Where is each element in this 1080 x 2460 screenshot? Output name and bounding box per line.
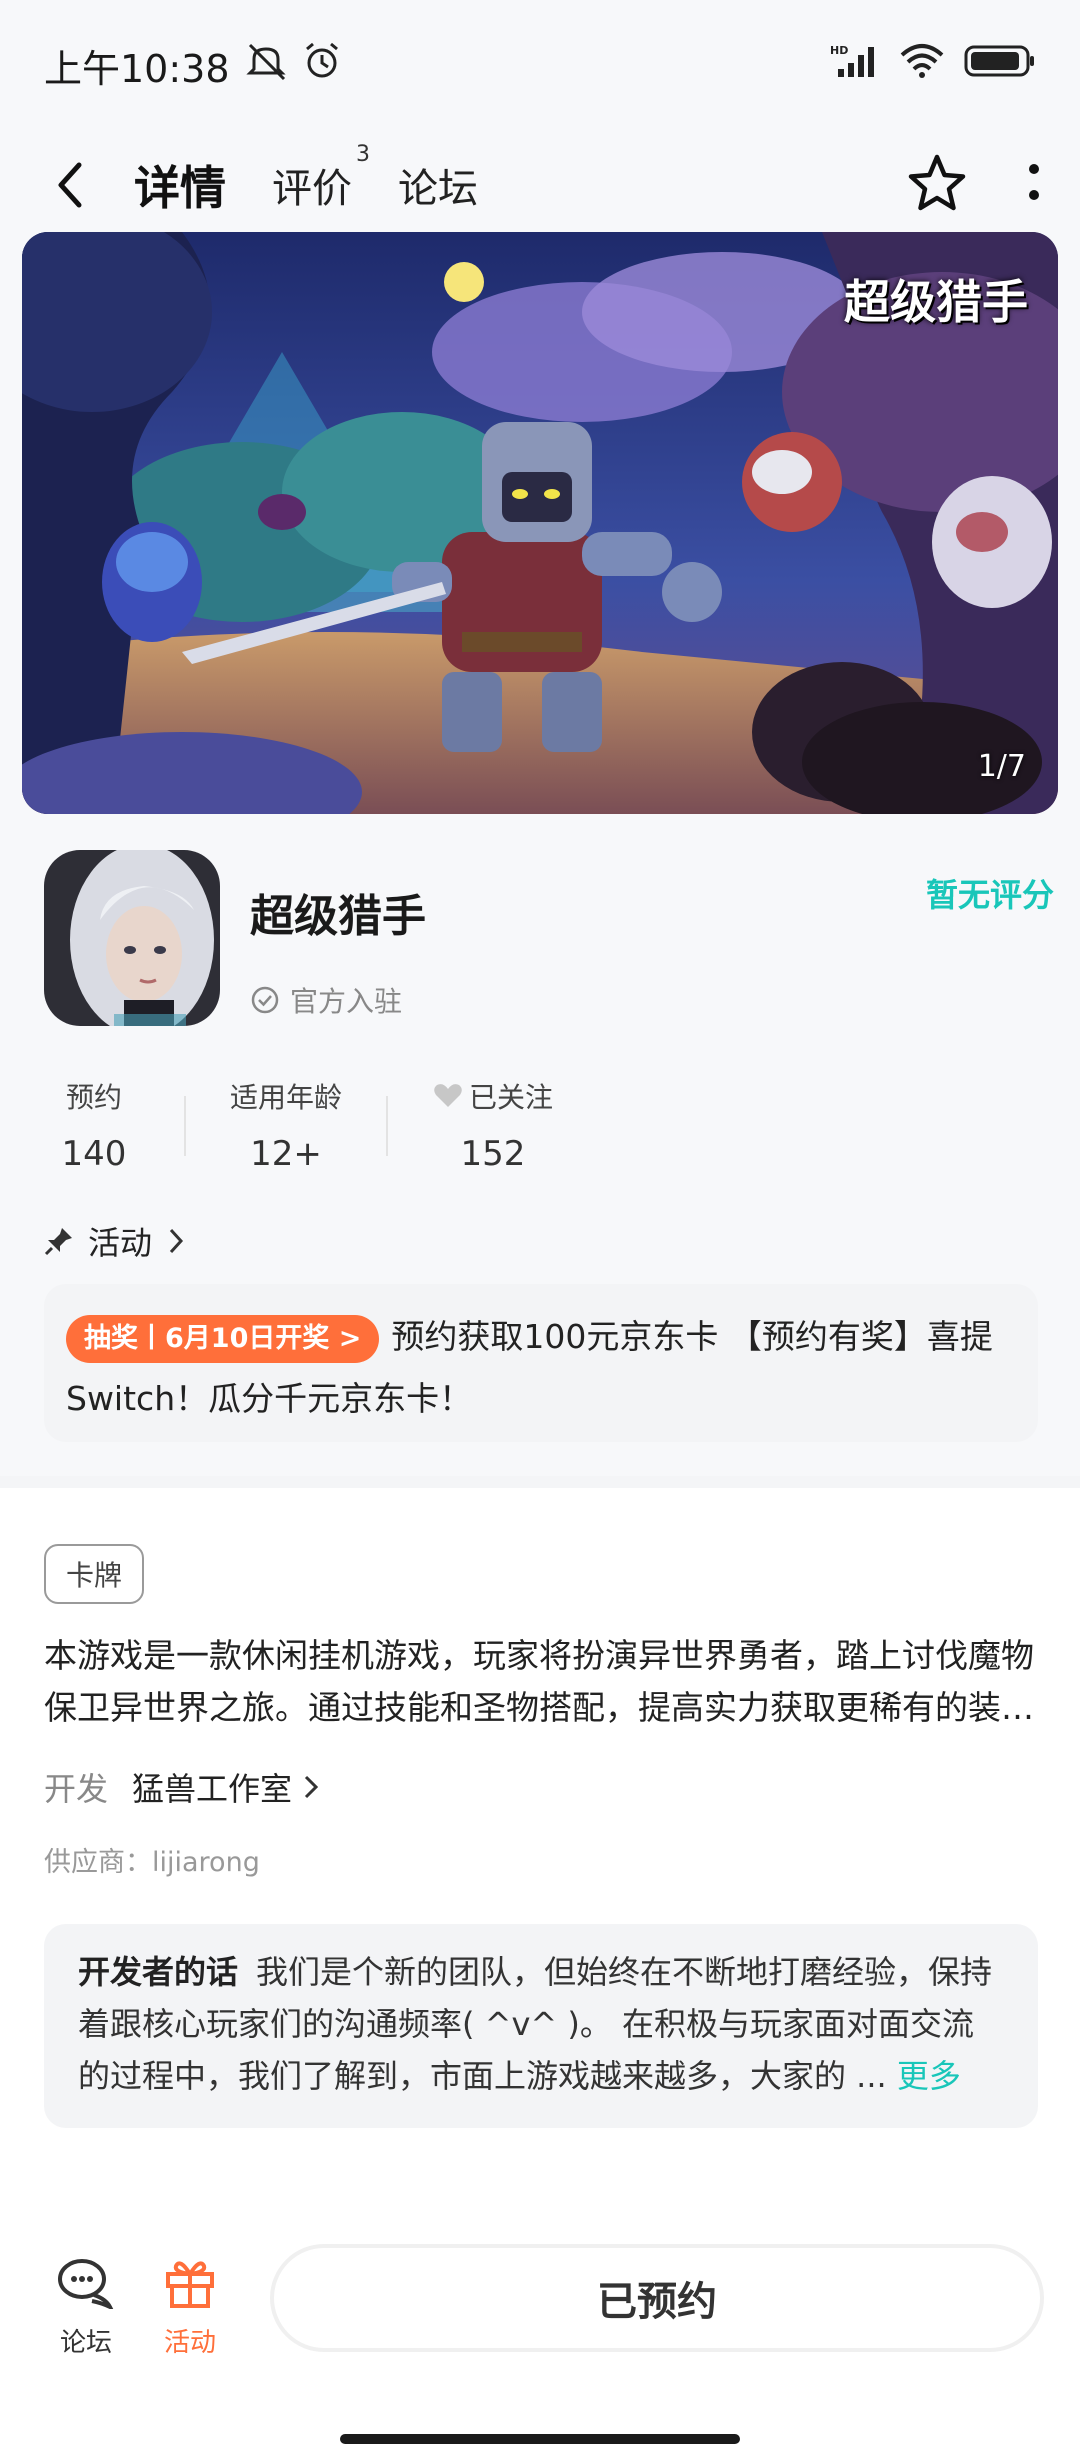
chevron-left-icon <box>58 162 82 208</box>
forum-label: 论坛 <box>59 2328 112 2358</box>
developer-row[interactable]: 开发 猛兽工作室 <box>44 1764 320 1810</box>
tab-details-label: 详情 <box>134 161 226 215</box>
section-divider <box>0 1476 1080 1488</box>
alarm-icon <box>302 41 342 90</box>
app-name: 超级猎手 <box>250 891 426 942</box>
bottom-action-bar: 论坛 活动 已预约 <box>0 2210 1080 2460</box>
carousel-counter: 1/7 <box>977 749 1026 784</box>
stat-value: 140 <box>61 1134 127 1174</box>
app-icon <box>44 850 220 1026</box>
svg-text:HD: HD <box>830 44 848 57</box>
verified-check-icon <box>251 986 279 1014</box>
genre-tag[interactable]: 卡牌 <box>44 1544 144 1604</box>
tab-reviews-count: 3 <box>356 142 370 167</box>
official-badge: 官方入驻 <box>250 980 402 1020</box>
forum-button[interactable]: 论坛 <box>36 2250 136 2359</box>
developer-name: 猛兽工作室 <box>132 1770 293 1808</box>
chevron-right-icon <box>304 1775 319 1799</box>
tab-details[interactable]: 详情 <box>134 152 226 218</box>
home-indicator[interactable] <box>340 2434 740 2444</box>
activity-card[interactable]: 抽奖丨6月10日开奖 > 预约获取100元京东卡 【预约有奖】喜提Switch！瓜… <box>44 1284 1038 1442</box>
chat-bubble-icon <box>58 2259 114 2309</box>
screenshot-carousel[interactable]: 超级猎手 1/7 <box>22 232 1058 814</box>
pin-icon <box>44 1228 72 1256</box>
stat-label: 适用年龄 <box>229 1081 342 1114</box>
mute-icon <box>244 41 288 90</box>
stat-label-row: 已关注 <box>428 1076 558 1116</box>
more-link[interactable]: 更多 <box>897 2057 961 2095</box>
lottery-badge: 抽奖丨6月10日开奖 > <box>66 1314 380 1363</box>
app-info: 超级猎手 官方入驻 暂无评分 <box>44 850 1054 1030</box>
activity-header[interactable]: 活动 <box>44 1218 186 1264</box>
status-time: 上午10:38 <box>44 46 230 91</box>
tab-forum-label: 论坛 <box>398 166 478 212</box>
heart-icon <box>434 1084 462 1107</box>
favorite-star-button[interactable] <box>906 153 968 217</box>
activity-header-label: 活动 <box>88 1224 153 1262</box>
stat-label: 预约 <box>65 1081 122 1114</box>
back-button[interactable] <box>40 155 100 215</box>
stat-reservations: 预约 140 <box>44 1076 144 1176</box>
gift-icon <box>166 2261 214 2308</box>
tab-forum[interactable]: 论坛 <box>398 156 478 214</box>
tab-reviews[interactable]: 评价 3 <box>272 142 370 214</box>
banner-title: 超级猎手 <box>844 275 1028 329</box>
stat-age-rating: 适用年龄 12+ <box>226 1076 346 1176</box>
stats-row: 预约 140 适用年龄 12+ 已关注 152 <box>44 1076 644 1176</box>
activity-label: 活动 <box>163 2328 216 2358</box>
star-icon <box>908 154 966 211</box>
developer-label: 开发 <box>44 1770 109 1808</box>
signal-icon: HD <box>830 43 880 88</box>
tab-reviews-label: 评价 <box>272 166 352 212</box>
stat-value: 152 <box>460 1134 526 1174</box>
developer-words-title: 开发者的话 <box>78 1953 239 1991</box>
status-bar: 上午10:38 HD <box>0 0 1080 130</box>
reserved-button[interactable]: 已预约 <box>270 2244 1044 2352</box>
developer-words-card[interactable]: 开发者的话 我们是个新的团队，但始终在不断地打磨经验，保持着跟核心玩家们的沟通频率… <box>44 1924 1038 2128</box>
activity-button[interactable]: 活动 <box>140 2250 240 2359</box>
game-description[interactable]: 本游戏是一款休闲挂机游戏，玩家将扮演异世界勇者，踏上讨伐魔物保卫异世界之旅。通过… <box>44 1630 1040 1734</box>
character-portrait <box>44 850 220 1026</box>
battery-icon <box>964 43 1036 87</box>
stat-divider <box>184 1096 186 1156</box>
stat-label: 已关注 <box>468 1081 553 1114</box>
more-menu-button[interactable] <box>1028 161 1040 209</box>
chevron-right-icon <box>169 1228 184 1254</box>
stat-value: 12+ <box>250 1134 322 1174</box>
stat-divider <box>386 1096 388 1156</box>
more-vertical-icon <box>1029 164 1039 200</box>
top-nav: 详情 评价 3 论坛 <box>0 130 1080 240</box>
supplier-text: 供应商：lijiarong <box>44 1847 260 1878</box>
wifi-icon <box>898 43 946 88</box>
stat-followers[interactable]: 已关注 152 <box>428 1076 558 1176</box>
rating-status: 暂无评分 <box>925 876 1054 914</box>
official-label: 官方入驻 <box>290 985 403 1018</box>
